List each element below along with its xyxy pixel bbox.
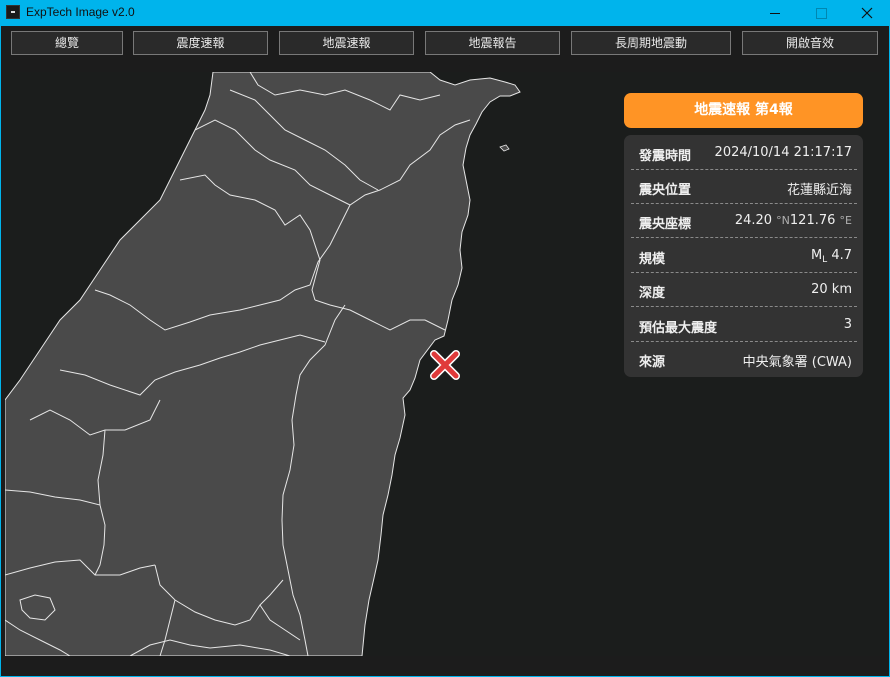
magnitude-subscript: L — [822, 255, 828, 265]
coords-value: 24.20 °N121.76 °E — [735, 213, 852, 228]
source-value: 中央氣象署 (CWA) — [742, 355, 852, 370]
row-epicenter-coords: 震央座標 24.20 °N121.76 °E — [631, 204, 857, 238]
row-epicenter-location: 震央位置 花蓮縣近海 — [631, 170, 857, 204]
intensity-report-button[interactable]: 震度速報 — [133, 31, 268, 55]
magnitude-prefix: M — [810, 248, 823, 263]
source-label: 來源 — [639, 355, 666, 370]
latitude-unit: °N — [776, 214, 790, 227]
minimize-button[interactable] — [752, 0, 798, 26]
overview-button[interactable]: 總覽 — [11, 31, 123, 55]
report-header: 地震速報 第4報 — [624, 93, 863, 128]
status-bar — [1, 656, 889, 676]
row-max-intensity: 預估最大震度 3 — [631, 308, 857, 342]
magnitude-value: ML 4.7 — [811, 248, 852, 265]
islet — [499, 144, 510, 152]
window-title: ExpTech Image v2.0 — [26, 5, 135, 19]
close-button[interactable] — [844, 0, 890, 26]
location-value: 花蓮縣近海 — [786, 183, 852, 198]
max-intensity-label: 預估最大震度 — [639, 321, 718, 336]
coords-label: 震央座標 — [639, 217, 692, 232]
row-depth: 深度 20 km — [631, 273, 857, 307]
toolbar: 總覽 震度速報 地震速報 地震報告 長周期地震動 開啟音效 — [1, 26, 889, 64]
row-magnitude: 規模 ML 4.7 — [631, 239, 857, 273]
latitude-value: 24.20 — [734, 213, 773, 228]
minimize-icon — [770, 12, 780, 14]
app-icon — [6, 5, 20, 19]
magnitude-number: 4.7 — [831, 248, 852, 263]
row-source: 來源 中央氣象署 (CWA) — [631, 342, 857, 376]
earthquake-report-button[interactable]: 地震報告 — [425, 31, 560, 55]
longitude-unit: °E — [839, 214, 852, 227]
maximize-icon — [815, 7, 827, 19]
x-cross-icon — [430, 350, 460, 380]
location-label: 震央位置 — [639, 183, 692, 198]
longitude-value: 121.76 — [789, 213, 836, 228]
row-origin-time: 發震時間 2024/10/14 21:17:17 — [631, 136, 857, 170]
origin-time-label: 發震時間 — [639, 149, 692, 164]
magnitude-label: 規模 — [639, 252, 666, 267]
eew-button[interactable]: 地震速報 — [279, 31, 414, 55]
depth-value: 20 km — [811, 282, 852, 297]
sound-toggle-button[interactable]: 開啟音效 — [742, 31, 878, 55]
depth-label: 深度 — [639, 286, 666, 301]
close-icon — [861, 7, 873, 19]
origin-time-value: 2024/10/14 21:17:17 — [714, 145, 852, 160]
report-panel: 發震時間 2024/10/14 21:17:17 震央位置 花蓮縣近海 震央座標… — [624, 135, 863, 377]
maximize-button[interactable] — [798, 0, 844, 26]
app-window: ExpTech Image v2.0 總覽 震度速報 地震速報 地震報告 長周期… — [1, 0, 889, 676]
long-period-motion-button[interactable]: 長周期地震動 — [571, 31, 731, 55]
title-bar[interactable]: ExpTech Image v2.0 — [1, 0, 889, 26]
max-intensity-value: 3 — [843, 317, 852, 332]
